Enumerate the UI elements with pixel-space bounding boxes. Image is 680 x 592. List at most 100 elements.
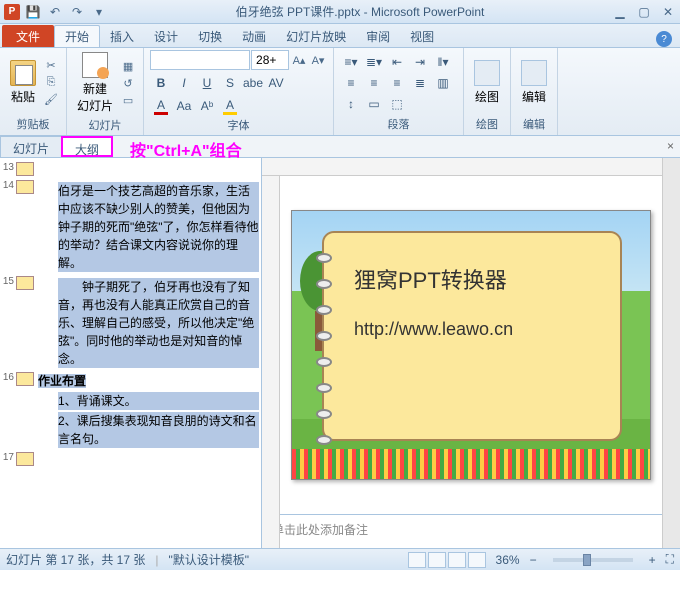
panel-tab-strip: 幻灯片 大纲 ×	[0, 136, 680, 158]
minimize-icon[interactable]: ▁	[612, 4, 628, 20]
cut-icon[interactable]: ✂	[42, 58, 60, 74]
layout-icon[interactable]: ▦	[119, 58, 137, 74]
tab-home[interactable]: 开始	[54, 25, 100, 47]
numbering-icon[interactable]: ≣▾	[363, 52, 385, 72]
undo-icon[interactable]: ↶	[46, 3, 64, 21]
tab-insert[interactable]: 插入	[100, 25, 144, 47]
zoom-out-icon[interactable]: −	[530, 553, 537, 567]
slideshow-view-icon[interactable]	[468, 552, 486, 568]
outline-item[interactable]: 17	[2, 452, 259, 466]
save-icon[interactable]: 💾	[24, 3, 42, 21]
file-tab[interactable]: 文件	[2, 25, 54, 47]
find-button[interactable]: 编辑	[517, 58, 551, 107]
group-label: 绘图	[470, 115, 504, 133]
format-painter-icon[interactable]: 🖌	[42, 92, 60, 108]
normal-view-icon[interactable]	[408, 552, 426, 568]
maximize-icon[interactable]: ▢	[636, 4, 652, 20]
slide-preview[interactable]: 狸窝PPT转换器 http://www.leawo.cn	[291, 210, 651, 480]
slide-counter: 幻灯片 第 17 张，共 17 张	[6, 551, 145, 568]
indent-dec-icon[interactable]: ⇤	[386, 52, 408, 72]
tab-slideshow[interactable]: 幻灯片放映	[276, 25, 356, 47]
tab-animations[interactable]: 动画	[232, 25, 276, 47]
group-clipboard: 粘贴 ✂ ⎘ 🖌 剪贴板	[0, 48, 67, 135]
tab-slides-panel[interactable]: 幻灯片	[0, 136, 62, 157]
highlight-button[interactable]: A	[219, 96, 241, 116]
tab-transitions[interactable]: 切换	[188, 25, 232, 47]
redo-icon[interactable]: ↷	[68, 3, 86, 21]
outline-item[interactable]: 16 作业布置 1、背诵课文。 2、课后搜集表现知音良朋的诗文和名言名句。	[2, 372, 259, 448]
outline-body: 2、课后搜集表现知音良朋的诗文和名言名句。	[58, 412, 259, 448]
clear-format-icon[interactable]: Aᵇ	[196, 96, 218, 116]
title-bar: P 💾 ↶ ↷ ▾ 伯牙绝弦 PPT课件.pptx - Microsoft Po…	[0, 0, 680, 24]
window-title: 伯牙绝弦 PPT课件.pptx - Microsoft PowerPoint	[108, 3, 612, 20]
close-icon[interactable]: ✕	[660, 4, 676, 20]
slide-area: 狸窝PPT转换器 http://www.leawo.cn 单击此处添加备注	[262, 158, 662, 548]
underline-button[interactable]: U	[196, 73, 218, 93]
linespacing-icon[interactable]: ‖▾	[432, 52, 454, 72]
outline-pane[interactable]: 13 14 伯牙是一个技艺高超的音乐家，生活中应该不缺少别人的赞美，但他因为钟子…	[0, 158, 262, 548]
group-editing: 编辑 编辑	[511, 48, 558, 135]
grow-font-icon[interactable]: A▴	[290, 52, 308, 68]
italic-button[interactable]: I	[173, 73, 195, 93]
paste-button[interactable]: 粘贴	[6, 58, 40, 107]
outline-item[interactable]: 15 钟子期死了，伯牙再也没有了知音，再也没有人能真正欣赏自己的音乐、理解自己的…	[2, 276, 259, 368]
edit-label: 编辑	[522, 88, 546, 105]
align-right-icon[interactable]: ≡	[386, 73, 408, 93]
drawing-button[interactable]: 绘图	[470, 58, 504, 107]
help-icon[interactable]: ?	[656, 31, 672, 47]
sorter-view-icon[interactable]	[428, 552, 446, 568]
align-center-icon[interactable]: ≡	[363, 73, 385, 93]
font-size-select[interactable]	[251, 50, 289, 70]
copy-icon[interactable]: ⎘	[42, 75, 60, 91]
paste-icon	[10, 60, 36, 86]
reset-icon[interactable]: ↺	[119, 75, 137, 91]
slide-text-1: 狸窝PPT转换器	[354, 263, 600, 295]
strike-button[interactable]: S	[219, 73, 241, 93]
outline-item[interactable]: 13	[2, 162, 259, 176]
slide-number: 15	[2, 276, 16, 368]
zoom-slider[interactable]	[553, 558, 633, 562]
bullets-icon[interactable]: ≡▾	[340, 52, 362, 72]
smartart-icon[interactable]: ⬚	[386, 94, 408, 114]
slide-canvas[interactable]: 狸窝PPT转换器 http://www.leawo.cn	[262, 176, 662, 514]
tab-outline-panel[interactable]: 大纲	[61, 136, 113, 157]
slide-number: 13	[2, 162, 16, 176]
tab-review[interactable]: 审阅	[356, 25, 400, 47]
columns-icon[interactable]: ▥	[432, 73, 454, 93]
case-button[interactable]: Aa	[173, 96, 195, 116]
scrollbar-vertical[interactable]	[662, 158, 680, 548]
notebook-graphic: 狸窝PPT转换器 http://www.leawo.cn	[322, 231, 622, 441]
qat-more-icon[interactable]: ▾	[90, 3, 108, 21]
status-bar: 幻灯片 第 17 张，共 17 张 | "默认设计模板" 36% − + ⛶	[0, 548, 680, 570]
zoom-thumb[interactable]	[583, 554, 591, 566]
align-left-icon[interactable]: ≡	[340, 73, 362, 93]
tab-design[interactable]: 设计	[144, 25, 188, 47]
shrink-font-icon[interactable]: A▾	[309, 52, 327, 68]
notes-pane[interactable]: 单击此处添加备注	[262, 514, 662, 548]
tab-view[interactable]: 视图	[400, 25, 444, 47]
section-icon[interactable]: ▭	[119, 92, 137, 108]
zoom-in-icon[interactable]: +	[649, 553, 656, 567]
text-direction-icon[interactable]: ↕	[340, 94, 362, 114]
new-slide-button[interactable]: 新建 幻灯片	[73, 50, 117, 116]
fit-window-icon[interactable]: ⛶	[666, 552, 674, 567]
bold-button[interactable]: B	[150, 73, 172, 93]
reading-view-icon[interactable]	[448, 552, 466, 568]
new-slide-icon	[82, 52, 108, 78]
ruler-horizontal[interactable]	[262, 158, 662, 176]
outline-title: 作业布置	[38, 374, 86, 388]
align-text-icon[interactable]: ▭	[363, 94, 385, 114]
shadow-button[interactable]: abe	[242, 73, 264, 93]
font-family-select[interactable]	[150, 50, 250, 70]
ruler-vertical[interactable]	[262, 176, 280, 548]
window-controls: ▁ ▢ ✕	[612, 4, 676, 20]
justify-icon[interactable]: ≣	[409, 73, 431, 93]
slide-thumb-icon	[16, 372, 34, 386]
outline-item[interactable]: 14 伯牙是一个技艺高超的音乐家，生活中应该不缺少别人的赞美，但他因为钟子期的死…	[2, 180, 259, 272]
group-font: A▴ A▾ B I U S abe AV A Aa Aᵇ A 字体	[144, 48, 334, 135]
slide-thumb-icon	[16, 452, 34, 466]
charspacing-button[interactable]: AV	[265, 73, 287, 93]
font-color-button[interactable]: A	[150, 96, 172, 116]
panel-close-icon[interactable]: ×	[661, 136, 680, 157]
indent-inc-icon[interactable]: ⇥	[409, 52, 431, 72]
